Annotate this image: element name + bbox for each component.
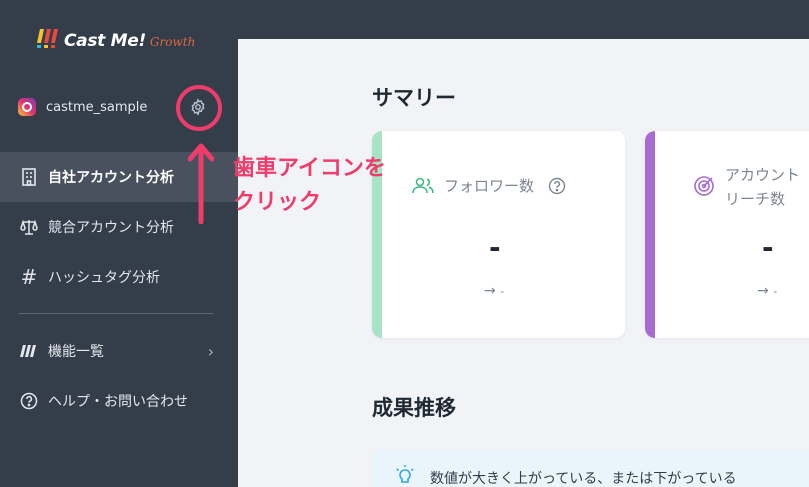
- instagram-icon: [18, 98, 36, 116]
- sidebar-item-features[interactable]: 機能一覧 ›: [0, 326, 238, 376]
- card-accent: [645, 131, 655, 338]
- arrow-up-icon: [188, 143, 214, 224]
- castme-mark-icon: [20, 342, 38, 360]
- sidebar-nav-secondary: 機能一覧 › ヘルプ・お問い合わせ: [0, 326, 238, 426]
- brand-sub: Growth: [149, 35, 196, 49]
- users-icon: [412, 177, 434, 193]
- building-icon: [20, 168, 38, 186]
- lightbulb-icon: [396, 465, 414, 483]
- sidebar-item-label: 機能一覧: [48, 344, 104, 360]
- top-bar: [238, 0, 809, 39]
- arrow-right-icon: →: [484, 283, 496, 299]
- chevron-right-icon: ›: [207, 341, 214, 361]
- target-icon: [694, 176, 714, 196]
- sidebar-item-label: ヘルプ・お問い合わせ: [48, 394, 188, 410]
- sidebar-divider: [18, 313, 214, 314]
- card-label-line2: リーチ数: [725, 190, 786, 208]
- account-name: castme_sample: [46, 99, 148, 115]
- info-text: 数値が大きく上がっている、または下がっている: [430, 471, 737, 487]
- card-change: -: [773, 285, 778, 298]
- card-change: -: [500, 285, 505, 298]
- highlight-ring: [176, 85, 222, 131]
- castme-logo-icon: [36, 27, 62, 49]
- help-icon: [20, 392, 38, 410]
- card-value: -: [489, 231, 501, 264]
- hashtag-icon: #: [20, 265, 38, 289]
- question-circle-icon[interactable]: [548, 177, 566, 195]
- arrow-right-icon: →: [757, 283, 769, 299]
- summary-card-reach: アカウント リーチ数 - → -: [645, 131, 809, 338]
- brand-name: Cast Me!: [64, 31, 146, 51]
- summary-card-followers: フォロワー数 - → -: [372, 131, 625, 338]
- sidebar-item-label: ハッシュタグ分析: [48, 270, 160, 286]
- trend-title: 成果推移: [372, 396, 456, 420]
- annotation-text: 歯車アイコンを クリック: [233, 156, 386, 215]
- card-label-line1: アカウント: [725, 166, 801, 184]
- scale-icon: [20, 218, 38, 236]
- brand-logo[interactable]: Cast Me! Growth: [36, 24, 196, 51]
- summary-title: サマリー: [372, 86, 456, 110]
- card-value: -: [762, 231, 774, 264]
- sidebar: Cast Me! Growth castme_sample 自社アカウント分析: [0, 0, 238, 487]
- sidebar-item-label: 競合アカウント分析: [48, 220, 174, 236]
- main-content: サマリー フォロワー数 - → - アカウント リーチ数 - → - 成果推移 …: [238, 39, 809, 487]
- card-label: フォロワー数: [444, 177, 535, 195]
- sidebar-item-hashtag[interactable]: # ハッシュタグ分析: [0, 252, 238, 302]
- sidebar-item-help[interactable]: ヘルプ・お問い合わせ: [0, 376, 238, 426]
- info-box: 数値が大きく上がっている、または下がっている: [372, 450, 809, 487]
- sidebar-item-label: 自社アカウント分析: [48, 170, 174, 186]
- account-switcher[interactable]: castme_sample: [18, 96, 168, 118]
